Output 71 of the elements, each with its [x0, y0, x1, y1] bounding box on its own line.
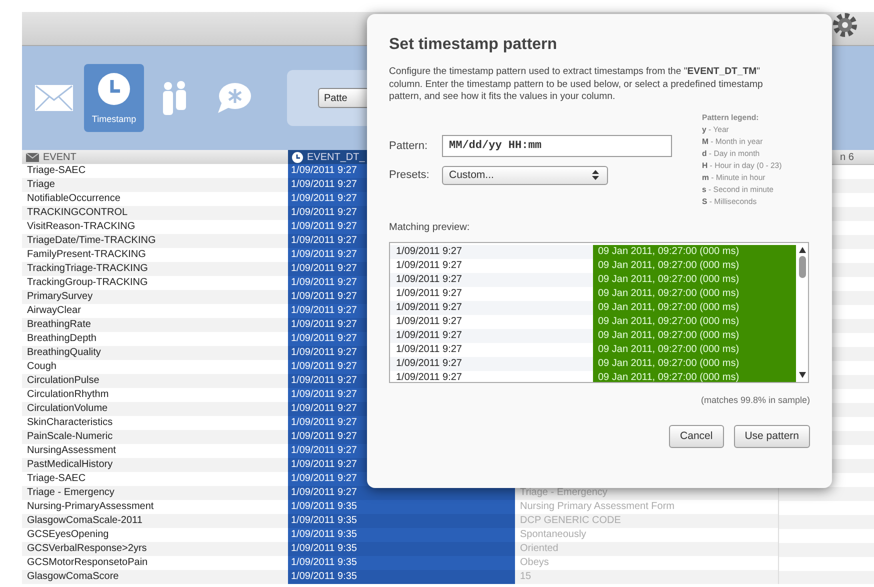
- table-cell: Cough: [22, 360, 288, 374]
- column-header[interactable]: EVENT: [22, 150, 288, 165]
- table-cell: Triage-SAEC: [22, 472, 288, 486]
- table-cell: 1/09/2011 9:35: [288, 556, 515, 570]
- preview-parsed-value: 09 Jan 2011, 09:27:00 (000 ms): [593, 356, 796, 370]
- preview-parsed-value: 09 Jan 2011, 09:27:00 (000 ms): [593, 370, 796, 382]
- table-cell: PastMedicalHistory: [22, 458, 288, 472]
- table-cell: 1/09/2011 9:27: [288, 486, 515, 500]
- preview-parsed-value: 09 Jan 2011, 09:27:00 (000 ms): [593, 314, 796, 328]
- dialog-description: Configure the timestamp pattern used to extract timestamps from the "EVENT_DT_TM" column. Enter the timestamp pattern to be used below, or select a predefined timestamp pattern, and see how it fits the values in your column.: [389, 66, 764, 104]
- pattern-label: Pattern:: [389, 140, 429, 152]
- table-cell: GCSEyesOpening: [22, 528, 288, 542]
- preview-label: Matching preview:: [389, 222, 471, 232]
- table-cell: 1/09/2011 9:35: [288, 570, 515, 584]
- presets-dropdown[interactable]: Custom...: [442, 166, 608, 184]
- preview-raw-value: 1/09/2011 9:27: [390, 370, 593, 382]
- gear-icon[interactable]: [832, 12, 858, 38]
- table-cell: FamilyPresent-TRACKING: [22, 248, 288, 262]
- table-cell: GlasgowComaScale-2011: [22, 514, 288, 528]
- table-cell: BreathingRate: [22, 318, 288, 332]
- preview-parsed-value: 09 Jan 2011, 09:27:00 (000 ms): [593, 286, 796, 300]
- dialog-title: Set timestamp pattern: [389, 36, 558, 54]
- table-cell: Triage - Emergency: [22, 486, 288, 500]
- clock-icon: [97, 72, 131, 106]
- table-cell: Obeys: [515, 556, 778, 570]
- envelope-icon: [35, 85, 73, 111]
- pattern-button[interactable]: Patte: [318, 88, 367, 108]
- preview-raw-value: 1/09/2011 9:27: [390, 356, 593, 370]
- table-cell: Triage-SAEC: [22, 164, 288, 178]
- preview-raw-value: 1/09/2011 9:27: [390, 300, 593, 314]
- envelope-icon: [26, 152, 39, 162]
- table-cell: TrackingGroup-TRACKING: [22, 276, 288, 290]
- table-cell: AirwayClear: [22, 304, 288, 318]
- people-icon: [160, 81, 188, 115]
- table-cell: GCSVerbalResponse>2yrs: [22, 542, 288, 556]
- table-cell: Nursing-PrimaryAssessment: [22, 500, 288, 514]
- table-cell: GlasgowComaScore: [22, 570, 288, 584]
- table-cell: BreathingQuality: [22, 346, 288, 360]
- preview-parsed-value: 09 Jan 2011, 09:27:00 (000 ms): [593, 300, 796, 314]
- speech-bubble-icon: [216, 82, 252, 114]
- table-cell: 1/09/2011 9:35: [288, 542, 515, 556]
- preview-raw-value: 1/09/2011 9:27: [390, 328, 593, 342]
- preview-parsed-value: 09 Jan 2011, 09:27:00 (000 ms): [593, 272, 796, 286]
- table-cell: Nursing Primary Assessment Form: [515, 500, 778, 514]
- table-cell: TriageDate/Time-TRACKING: [22, 234, 288, 248]
- table-cell: NursingAssessment: [22, 444, 288, 458]
- use-pattern-button[interactable]: Use pattern: [734, 424, 810, 448]
- scroll-down-icon[interactable]: [798, 372, 806, 378]
- table-cell: 1/09/2011 9:35: [288, 528, 515, 542]
- table-cell: PrimarySurvey: [22, 290, 288, 304]
- stepper-arrows-icon: [592, 170, 599, 180]
- cancel-button[interactable]: Cancel: [669, 424, 724, 448]
- preview-raw-value: 1/09/2011 9:27: [390, 244, 593, 258]
- table-cell: GCSMotorResponsetoPain: [22, 556, 288, 570]
- preview-parsed-value: 09 Jan 2011, 09:27:00 (000 ms): [593, 342, 796, 356]
- preview-parsed-value: 09 Jan 2011, 09:27:00 (000 ms): [593, 328, 796, 342]
- preview-raw-value: 1/09/2011 9:27: [390, 272, 593, 286]
- preview-parsed-value: 09 Jan 2011, 09:27:00 (000 ms): [593, 244, 796, 258]
- pattern-input[interactable]: MM/dd/yy HH:mm: [442, 134, 672, 156]
- table-cell: BreathingDepth: [22, 332, 288, 346]
- preview-parsed-value: 09 Jan 2011, 09:27:00 (000 ms): [593, 258, 796, 272]
- table-cell: 1/09/2011 9:35: [288, 500, 515, 514]
- table-cell: CirculationRhythm: [22, 388, 288, 402]
- table-cell: 1/09/2011 9:35: [288, 514, 515, 528]
- table-cell: Triage: [22, 178, 288, 192]
- scroll-up-icon[interactable]: [798, 246, 806, 252]
- scroll-thumb[interactable]: [798, 256, 806, 278]
- presets-label: Presets:: [389, 169, 430, 181]
- table-cell: Spontaneously: [515, 528, 778, 542]
- table-cell: TrackingTriage-TRACKING: [22, 262, 288, 276]
- match-note: (matches 99.8% in sample): [700, 394, 810, 404]
